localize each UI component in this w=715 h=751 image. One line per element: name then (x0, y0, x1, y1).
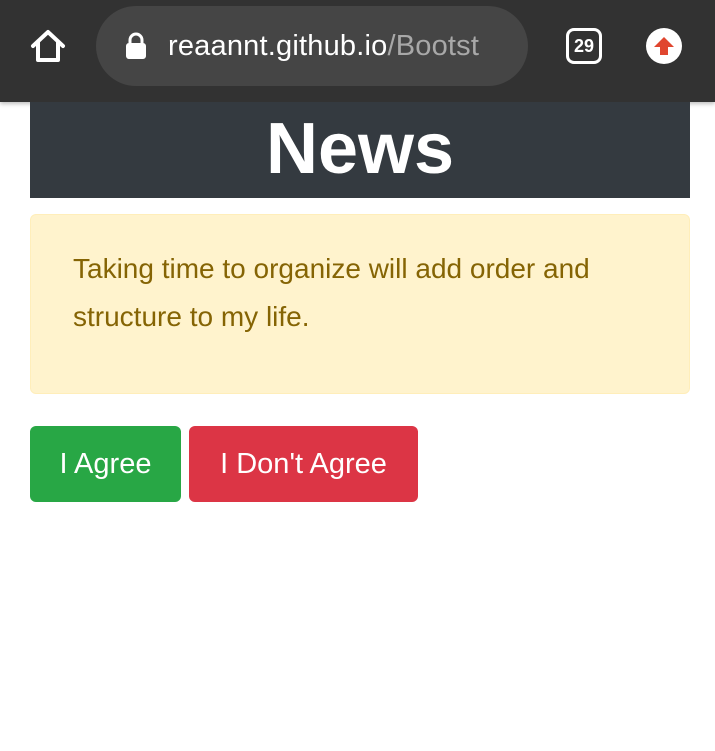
update-button[interactable] (646, 28, 682, 64)
home-icon (31, 30, 65, 62)
alert-text: Taking time to organize will add order a… (73, 253, 590, 332)
tab-count: 29 (573, 35, 595, 56)
url-domain: reaannt.github.io (168, 30, 388, 62)
url-text[interactable]: reaannt.github.io/Bootst (168, 27, 513, 65)
browser-toolbar: reaannt.github.io/Bootst 29 (0, 0, 715, 102)
arrow-up-icon (654, 37, 674, 55)
url-path: /Bootst (387, 30, 480, 62)
disagree-button[interactable]: I Don't Agree (189, 426, 418, 502)
news-header: News (30, 102, 690, 198)
home-button[interactable] (26, 24, 70, 68)
alert-box: Taking time to organize will add order a… (30, 214, 690, 394)
page-title: News (265, 109, 455, 189)
lock-icon (126, 32, 146, 59)
agree-button[interactable]: I Agree (30, 426, 181, 502)
tab-switcher-button[interactable]: 29 (566, 28, 602, 64)
